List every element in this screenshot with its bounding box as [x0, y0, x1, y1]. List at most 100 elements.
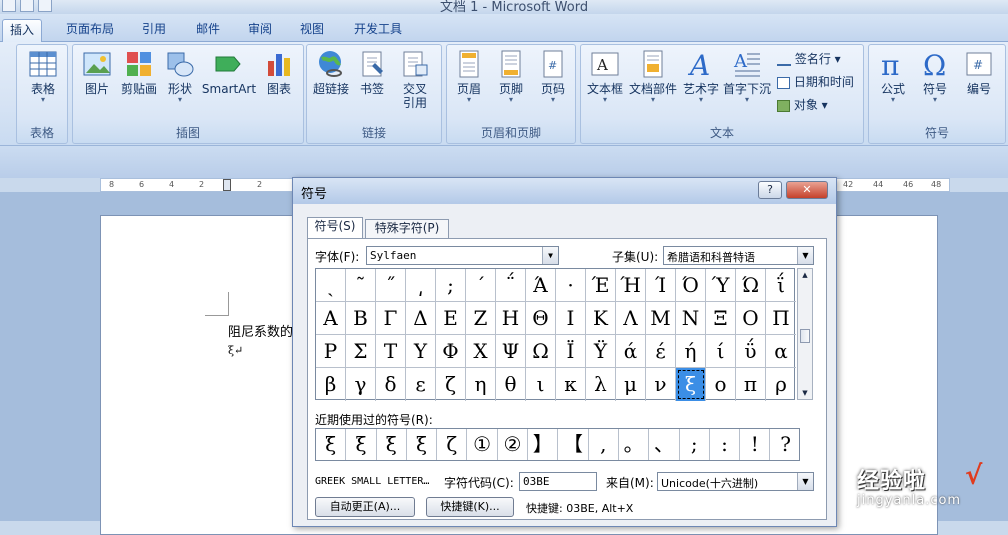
header-button[interactable]: 页眉 ▾: [449, 49, 489, 104]
symbol-cell[interactable]: ΰ: [736, 335, 766, 368]
symbol-cell[interactable]: Β: [346, 302, 376, 335]
symbol-cell[interactable]: ν: [646, 368, 676, 401]
symbol-cell[interactable]: ι: [526, 368, 556, 401]
footer-button[interactable]: 页脚 ▾: [491, 49, 531, 104]
symbol-cell[interactable]: Η: [496, 302, 526, 335]
tab-page-layout[interactable]: 页面布局: [58, 19, 122, 42]
symbol-cell[interactable]: Δ: [406, 302, 436, 335]
symbol-cell[interactable]: ά: [616, 335, 646, 368]
recent-symbol-cell[interactable]: 。: [619, 429, 650, 460]
symbol-cell[interactable]: Λ: [616, 302, 646, 335]
symbol-cell[interactable]: ˝: [376, 269, 406, 302]
tab-symbols[interactable]: 符号(S): [307, 217, 363, 238]
signature-line-button[interactable]: 签名行 ▾: [777, 50, 841, 67]
symbol-cell[interactable]: κ: [556, 368, 586, 401]
recent-symbol-cell[interactable]: 、: [649, 429, 680, 460]
symbol-cell[interactable]: α: [766, 335, 796, 368]
symbol-cell[interactable]: Ά: [526, 269, 556, 302]
cross-reference-button[interactable]: 交叉 引用: [395, 49, 435, 110]
symbol-cell[interactable]: Ψ: [496, 335, 526, 368]
symbol-cell[interactable]: Θ: [526, 302, 556, 335]
symbol-cell[interactable]: Α: [316, 302, 346, 335]
table-button[interactable]: 表格 ▾: [23, 49, 63, 104]
save-icon[interactable]: [2, 0, 16, 12]
symbol-cell[interactable]: Φ: [436, 335, 466, 368]
recent-symbol-cell[interactable]: 【: [558, 429, 589, 460]
clipart-button[interactable]: 剪贴画: [117, 49, 161, 96]
symbol-cell[interactable]: Π: [766, 302, 796, 335]
autocorrect-button[interactable]: 自动更正(A)...: [315, 497, 415, 517]
symbol-cell[interactable]: Ζ: [466, 302, 496, 335]
recent-symbol-cell[interactable]: !: [740, 429, 771, 460]
tab-mailings[interactable]: 邮件: [188, 19, 228, 42]
wordart-button[interactable]: A 艺术字 ▾: [681, 49, 721, 104]
symbol-cell[interactable]: Ύ: [706, 269, 736, 302]
recent-symbol-cell[interactable]: ?: [770, 429, 800, 460]
symbol-cell[interactable]: ͵: [406, 269, 436, 302]
symbol-cell[interactable]: μ: [616, 368, 646, 401]
symbol-cell[interactable]: Ί: [646, 269, 676, 302]
symbol-cell[interactable]: Μ: [646, 302, 676, 335]
symbol-cell[interactable]: δ: [376, 368, 406, 401]
symbol-cell[interactable]: ε: [406, 368, 436, 401]
symbol-cell[interactable]: έ: [646, 335, 676, 368]
recent-symbol-cell[interactable]: ξ: [377, 429, 407, 460]
bookmark-button[interactable]: 书签: [353, 49, 391, 96]
tab-review[interactable]: 审阅: [240, 19, 280, 42]
undo-icon[interactable]: [20, 0, 34, 12]
recent-symbol-cell[interactable]: ξ: [346, 429, 377, 460]
tab-references[interactable]: 引用: [134, 19, 174, 42]
chevron-down-icon[interactable]: ▼: [542, 247, 558, 264]
symbol-cell[interactable]: Χ: [466, 335, 496, 368]
symbol-cell[interactable]: θ: [496, 368, 526, 401]
tab-special-characters[interactable]: 特殊字符(P): [365, 219, 449, 238]
symbol-cell[interactable]: ο: [706, 368, 736, 401]
recent-symbol-cell[interactable]: ζ: [437, 429, 468, 460]
recent-symbol-cell[interactable]: ξ: [316, 429, 347, 460]
symbol-cell[interactable]: ΅: [496, 269, 526, 302]
symbol-cell[interactable]: ΄: [466, 269, 496, 302]
picture-button[interactable]: 图片: [77, 49, 117, 96]
recent-symbol-cell[interactable]: :: [710, 429, 741, 460]
symbol-cell[interactable]: Ώ: [736, 269, 766, 302]
symbol-cell[interactable]: Ή: [616, 269, 646, 302]
numbering-button[interactable]: # 编号: [959, 49, 999, 96]
scroll-down-icon[interactable]: ▼: [798, 387, 812, 399]
symbol-cell[interactable]: Σ: [346, 335, 376, 368]
symbol-cell[interactable]: Ο: [736, 302, 766, 335]
symbol-cell[interactable]: Ι: [556, 302, 586, 335]
quick-parts-button[interactable]: 文档部件 ▾: [627, 49, 679, 104]
symbol-cell[interactable]: ˏ: [316, 269, 346, 302]
symbol-cell[interactable]: Ό: [676, 269, 706, 302]
textbox-button[interactable]: A 文本框 ▾: [583, 49, 627, 104]
character-code-input[interactable]: 03BE: [519, 472, 597, 491]
font-select[interactable]: Sylfaen ▼: [366, 246, 559, 265]
customize-qat-icon[interactable]: [38, 0, 52, 12]
symbol-cell[interactable]: Κ: [586, 302, 616, 335]
symbol-cell[interactable]: Ω: [526, 335, 556, 368]
symbol-cell[interactable]: λ: [586, 368, 616, 401]
recent-symbol-cell[interactable]: 】: [528, 429, 559, 460]
recent-symbol-cell[interactable]: ξ: [407, 429, 438, 460]
symbol-cell[interactable]: Τ: [376, 335, 406, 368]
tab-developer[interactable]: 开发工具: [346, 19, 410, 42]
symbol-button[interactable]: Ω 符号 ▾: [915, 49, 955, 104]
hyperlink-button[interactable]: 超链接: [309, 49, 353, 96]
symbol-cell[interactable]: η: [466, 368, 496, 401]
shortcut-key-button[interactable]: 快捷键(K)...: [426, 497, 514, 517]
from-select[interactable]: Unicode(十六进制) ▼: [657, 472, 814, 491]
chevron-down-icon[interactable]: ▼: [797, 473, 813, 490]
help-button[interactable]: ?: [758, 181, 782, 199]
symbol-cell[interactable]: ρ: [766, 368, 796, 401]
scroll-thumb[interactable]: [800, 329, 810, 343]
symbol-cell[interactable]: ξ: [676, 368, 706, 401]
symbol-cell[interactable]: ·: [556, 269, 586, 302]
scroll-up-icon[interactable]: ▲: [798, 269, 812, 281]
recent-symbol-cell[interactable]: ①: [467, 429, 498, 460]
document-text-line-2[interactable]: ξ↵: [228, 344, 243, 357]
symbol-cell[interactable]: Ϋ: [586, 335, 616, 368]
page-number-button[interactable]: # 页码 ▾: [533, 49, 573, 104]
tab-insert[interactable]: 插入: [2, 19, 42, 42]
symbol-cell[interactable]: ˜: [346, 269, 376, 302]
recent-symbol-cell[interactable]: ②: [498, 429, 529, 460]
